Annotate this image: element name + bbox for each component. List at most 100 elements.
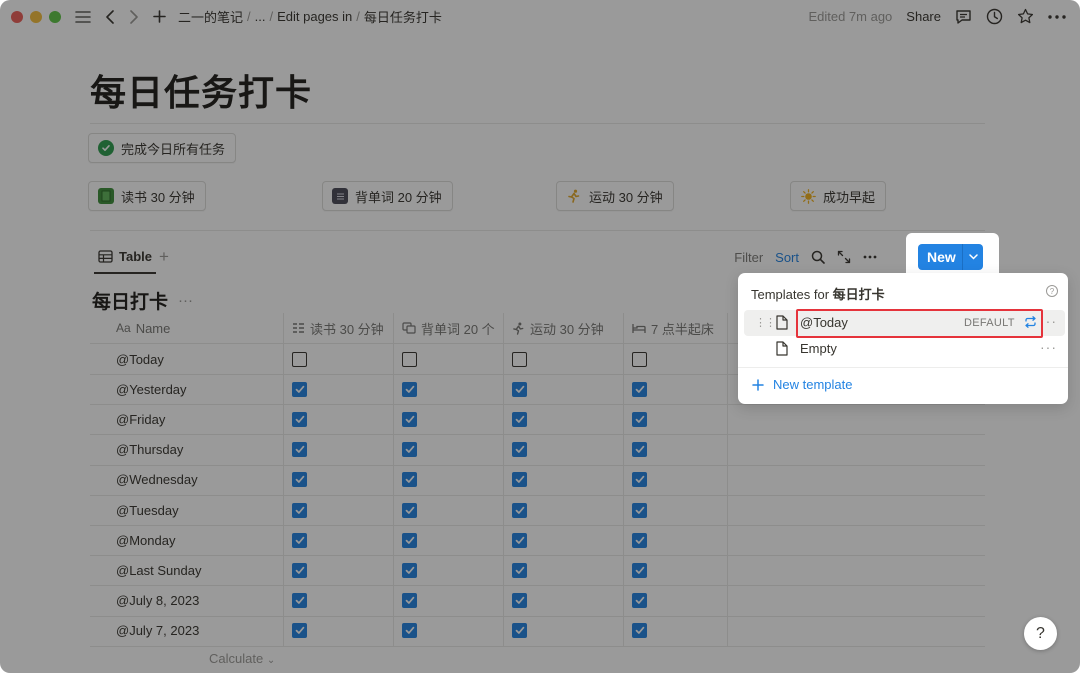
- checkbox-checked[interactable]: [632, 502, 647, 518]
- checkbox-checked[interactable]: [402, 442, 417, 458]
- share-button[interactable]: Share: [906, 9, 941, 24]
- column-header-name[interactable]: Aa Name: [90, 313, 284, 343]
- checkbox-checked[interactable]: [292, 381, 307, 397]
- table-row[interactable]: @Friday: [90, 404, 728, 435]
- new-template-button[interactable]: New template: [752, 377, 852, 392]
- back-arrow-icon[interactable]: [105, 9, 115, 24]
- row-name-cell[interactable]: @Last Sunday: [90, 555, 284, 586]
- checkbox-checked[interactable]: [512, 623, 527, 639]
- table-row[interactable]: @July 7, 2023: [90, 615, 728, 646]
- column-header-read[interactable]: 读书 30 分钟: [284, 313, 394, 343]
- database-more-icon[interactable]: ···: [178, 292, 193, 309]
- breadcrumb-item[interactable]: Edit pages in: [275, 9, 354, 24]
- checkbox-checked[interactable]: [512, 381, 527, 397]
- row-name-cell[interactable]: @July 7, 2023: [90, 615, 284, 646]
- checkbox-checked[interactable]: [292, 472, 307, 488]
- more-options-icon[interactable]: [1048, 14, 1066, 19]
- row-name-cell[interactable]: @Yesterday: [90, 374, 284, 405]
- tab-table[interactable]: Table: [94, 240, 156, 274]
- row-name-cell[interactable]: @Today: [90, 344, 284, 374]
- checkbox-checked[interactable]: [402, 472, 417, 488]
- column-header-vocab[interactable]: 背单词 20 个: [394, 313, 504, 343]
- checkbox-checked[interactable]: [292, 562, 307, 578]
- checkbox-unchecked[interactable]: [632, 351, 647, 367]
- table-row[interactable]: @Wednesday: [90, 464, 728, 495]
- drag-handle-icon[interactable]: ⋮⋮: [755, 316, 776, 329]
- template-more-icon[interactable]: ···: [1040, 339, 1057, 355]
- table-row[interactable]: @July 8, 2023: [90, 585, 728, 616]
- checkbox-checked[interactable]: [512, 472, 527, 488]
- sort-button[interactable]: Sort: [775, 250, 799, 265]
- checkbox-checked[interactable]: [402, 593, 417, 609]
- view-more-icon[interactable]: [863, 255, 877, 259]
- calculate-button[interactable]: Calculate ⌄: [209, 651, 275, 666]
- comment-icon[interactable]: [955, 9, 972, 25]
- checkbox-checked[interactable]: [402, 623, 417, 639]
- template-item-empty[interactable]: Empty ···: [744, 336, 1065, 362]
- read-task-button[interactable]: 读书 30 分钟: [88, 181, 206, 211]
- chevron-down-icon[interactable]: [963, 254, 983, 260]
- minimize-window-button[interactable]: [30, 10, 42, 23]
- help-circle-icon[interactable]: ?: [1046, 285, 1058, 297]
- checkbox-checked[interactable]: [632, 472, 647, 488]
- checkbox-checked[interactable]: [512, 502, 527, 518]
- complete-all-button[interactable]: 完成今日所有任务: [88, 133, 237, 163]
- checkbox-checked[interactable]: [402, 502, 417, 518]
- database-title[interactable]: 每日打卡 ···: [92, 287, 193, 314]
- table-row[interactable]: @Last Sunday: [90, 555, 728, 586]
- checkbox-checked[interactable]: [632, 532, 647, 548]
- table-row[interactable]: @Monday: [90, 525, 728, 556]
- early-rise-task-button[interactable]: 成功早起: [790, 181, 887, 211]
- checkbox-checked[interactable]: [632, 623, 647, 639]
- new-button[interactable]: New: [918, 244, 983, 270]
- checkbox-checked[interactable]: [632, 562, 647, 578]
- checkbox-checked[interactable]: [632, 442, 647, 458]
- sidebar-menu-icon[interactable]: [75, 10, 91, 24]
- checkbox-checked[interactable]: [292, 532, 307, 548]
- checkbox-unchecked[interactable]: [292, 351, 307, 367]
- row-name-cell[interactable]: @Friday: [90, 404, 284, 435]
- row-name-cell[interactable]: @Tuesday: [90, 495, 284, 525]
- breadcrumb-item[interactable]: ...: [253, 9, 268, 24]
- checkbox-checked[interactable]: [292, 502, 307, 518]
- row-name-cell[interactable]: @Thursday: [90, 434, 284, 465]
- add-view-button[interactable]: +: [159, 247, 169, 267]
- checkbox-checked[interactable]: [512, 442, 527, 458]
- checkbox-checked[interactable]: [292, 623, 307, 639]
- row-name-cell[interactable]: @Monday: [90, 525, 284, 556]
- checkbox-checked[interactable]: [292, 593, 307, 609]
- checkbox-unchecked[interactable]: [512, 351, 527, 367]
- breadcrumb-item[interactable]: 二一的笔记: [176, 7, 245, 26]
- table-row[interactable]: @Tuesday: [90, 495, 728, 525]
- table-row[interactable]: @Thursday: [90, 434, 728, 465]
- column-header-wake[interactable]: 7 点半起床: [624, 313, 728, 343]
- zoom-window-button[interactable]: [49, 10, 61, 23]
- close-window-button[interactable]: [11, 10, 23, 23]
- table-row[interactable]: @Today: [90, 344, 728, 374]
- row-name-cell[interactable]: @Wednesday: [90, 464, 284, 495]
- row-name-cell[interactable]: @July 8, 2023: [90, 585, 284, 616]
- history-clock-icon[interactable]: [986, 8, 1003, 25]
- checkbox-checked[interactable]: [402, 411, 417, 427]
- checkbox-checked[interactable]: [632, 381, 647, 397]
- checkbox-checked[interactable]: [512, 532, 527, 548]
- add-page-icon[interactable]: [153, 10, 166, 23]
- checkbox-checked[interactable]: [402, 532, 417, 548]
- help-button[interactable]: ?: [1024, 617, 1057, 650]
- checkbox-unchecked[interactable]: [402, 351, 417, 367]
- checkbox-checked[interactable]: [402, 381, 417, 397]
- table-row[interactable]: @Yesterday: [90, 374, 728, 405]
- filter-button[interactable]: Filter: [734, 250, 763, 265]
- checkbox-checked[interactable]: [292, 442, 307, 458]
- search-icon[interactable]: [811, 250, 825, 264]
- checkbox-checked[interactable]: [512, 562, 527, 578]
- checkbox-checked[interactable]: [632, 411, 647, 427]
- page-title[interactable]: 每日任务打卡: [90, 64, 312, 116]
- vocab-task-button[interactable]: 背单词 20 分钟: [322, 181, 453, 211]
- forward-arrow-icon[interactable]: [129, 9, 139, 24]
- checkbox-checked[interactable]: [632, 593, 647, 609]
- expand-icon[interactable]: [837, 250, 851, 264]
- favorite-star-icon[interactable]: [1017, 8, 1034, 25]
- exercise-task-button[interactable]: 运动 30 分钟: [556, 181, 674, 211]
- checkbox-checked[interactable]: [512, 593, 527, 609]
